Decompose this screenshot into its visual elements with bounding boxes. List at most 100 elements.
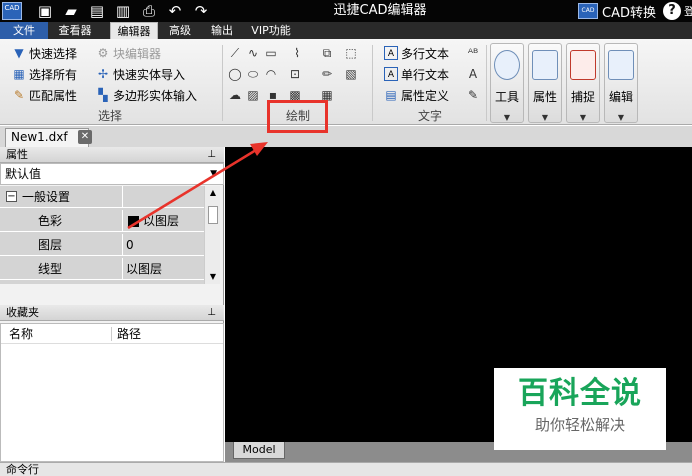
text-edit-icon[interactable]: A bbox=[466, 66, 480, 82]
scroll-up-icon[interactable]: ▲ bbox=[205, 188, 221, 197]
multiline-text-icon: A bbox=[384, 46, 398, 60]
circle-icon[interactable]: ◯ bbox=[228, 66, 242, 82]
separator bbox=[222, 45, 223, 121]
pin-icon[interactable]: ⊥ bbox=[207, 305, 216, 320]
divider bbox=[122, 234, 123, 256]
text-style-icon[interactable]: ᴬᴮ bbox=[466, 45, 480, 61]
app-logo: CAD bbox=[2, 2, 22, 20]
divider bbox=[111, 327, 112, 341]
polygon-entity-input-label: 多边形实体输入 bbox=[113, 88, 198, 103]
select-all-label: 选择所有 bbox=[29, 67, 78, 82]
document-tab-strip: New1.dxf ✕ bbox=[0, 126, 692, 147]
multiline-text-button[interactable]: A 多行文本 bbox=[384, 43, 449, 63]
pencil-icon[interactable]: ✏ bbox=[320, 66, 334, 82]
model-tab[interactable]: Model bbox=[233, 442, 285, 459]
single-line-text-icon: A bbox=[384, 67, 398, 81]
property-name: 色彩 bbox=[38, 214, 63, 228]
section-title: 一般设置 bbox=[22, 190, 71, 204]
dimension-icon[interactable]: ⧉ bbox=[320, 45, 334, 61]
spline-icon[interactable]: ∿ bbox=[246, 45, 260, 61]
tab-editor[interactable]: 编辑器 bbox=[110, 22, 158, 39]
tab-advanced[interactable]: 高级 bbox=[164, 22, 196, 39]
open-folder-icon[interactable]: ▰ bbox=[62, 2, 80, 20]
polygon-input-icon: ▚ bbox=[98, 88, 108, 102]
block-editor-icon: ⚙ bbox=[97, 46, 109, 60]
quick-entity-import-label: 快速实体导入 bbox=[113, 67, 186, 82]
tab-output[interactable]: 输出 bbox=[206, 22, 238, 39]
match-properties-button[interactable]: ✎ 匹配属性 bbox=[12, 85, 77, 105]
divider bbox=[122, 186, 123, 208]
column-header-name[interactable]: 名称 bbox=[9, 324, 33, 344]
scroll-down-icon[interactable]: ▼ bbox=[205, 272, 221, 281]
text-group-label: 文字 bbox=[417, 109, 442, 123]
property-row[interactable]: 图层 0 bbox=[0, 234, 204, 256]
rectangle-icon[interactable]: ▭ bbox=[264, 45, 278, 61]
polyline-icon[interactable]: ⌇ bbox=[290, 45, 304, 61]
redo-icon[interactable]: ↷ bbox=[192, 2, 210, 20]
print-icon[interactable]: ⎙ bbox=[140, 2, 158, 20]
save-icon[interactable]: ▤ bbox=[88, 2, 106, 20]
quick-select-button[interactable]: ▼ 快速选择 bbox=[12, 43, 77, 63]
properties-scrollbar[interactable]: ▲ ▼ bbox=[204, 186, 220, 284]
properties-selector[interactable]: 默认值 ▼ bbox=[0, 163, 224, 185]
new-icon[interactable]: ▣ bbox=[36, 2, 54, 20]
cad-convert-icon: CAD bbox=[578, 3, 598, 19]
favorites-list[interactable]: 名称 路径 bbox=[0, 323, 224, 462]
ellipse-icon[interactable]: ⬭ bbox=[246, 66, 260, 82]
single-line-text-button[interactable]: A 单行文本 bbox=[384, 64, 449, 84]
block-insert-icon[interactable]: ⊡ bbox=[288, 66, 302, 82]
select-tool-icon[interactable]: ⬚ bbox=[344, 45, 358, 61]
tools-button[interactable]: 工具 ▼ bbox=[490, 43, 524, 123]
scrollbar-thumb[interactable] bbox=[208, 206, 218, 224]
select-all-button[interactable]: ▦ 选择所有 bbox=[12, 64, 77, 84]
brush-icon: ✎ bbox=[13, 88, 25, 102]
cad-convert-button[interactable]: CAD CAD转换 bbox=[578, 1, 656, 21]
collapse-icon[interactable]: − bbox=[6, 191, 17, 202]
edit-label: 编辑 bbox=[608, 90, 633, 104]
image-icon[interactable]: ▧ bbox=[344, 66, 358, 82]
divider bbox=[122, 258, 123, 280]
document-tab[interactable]: New1.dxf ✕ bbox=[5, 128, 92, 147]
tab-file[interactable]: 文件 bbox=[0, 22, 48, 39]
text-note-icon[interactable]: ✎ bbox=[466, 87, 480, 103]
revision-cloud-icon[interactable]: ☁ bbox=[228, 87, 242, 103]
select-all-icon: ▦ bbox=[13, 67, 25, 81]
property-row[interactable]: 色彩 以图层 bbox=[0, 210, 204, 232]
document-tab-label: New1.dxf bbox=[11, 130, 68, 144]
polygon-entity-input-button[interactable]: ▚ 多边形实体输入 bbox=[96, 85, 197, 105]
gears-icon bbox=[494, 50, 520, 80]
properties-panel-header: 属性 ⊥ bbox=[0, 147, 224, 163]
property-row[interactable]: 线型 以图层 bbox=[0, 258, 204, 280]
favorites-panel-header: 收藏夹 ⊥ bbox=[0, 305, 224, 321]
tab-viewer[interactable]: 查看器 bbox=[52, 22, 98, 39]
properties-button[interactable]: 属性 ▼ bbox=[528, 43, 562, 123]
favorites-panel-title: 收藏夹 bbox=[6, 306, 39, 319]
properties-grid: − 一般设置 色彩 以图层 图层 0 线型 以图层 bbox=[0, 186, 204, 284]
snap-button[interactable]: 捕捉 ▼ bbox=[566, 43, 600, 123]
line-icon[interactable]: ⟋ bbox=[228, 45, 242, 61]
login-label[interactable]: 登 bbox=[684, 3, 692, 19]
column-header-path[interactable]: 路径 bbox=[117, 324, 141, 344]
quick-entity-import-button[interactable]: ✢ 快速实体导入 bbox=[96, 64, 185, 84]
save-as-icon[interactable]: ▥ bbox=[114, 2, 132, 20]
edit-button[interactable]: 编辑 ▼ bbox=[604, 43, 638, 123]
pin-icon[interactable]: ⊥ bbox=[207, 147, 216, 162]
arc-icon[interactable]: ◠ bbox=[264, 66, 278, 82]
divider bbox=[122, 210, 123, 232]
watermark-subtitle: 助你轻松解决 bbox=[534, 416, 625, 434]
favorites-columns: 名称 路径 bbox=[1, 324, 223, 344]
attribute-definition-button[interactable]: ▤ 属性定义 bbox=[384, 85, 449, 105]
property-name: 图层 bbox=[38, 238, 63, 252]
hatch-icon[interactable]: ▨ bbox=[246, 87, 260, 103]
close-icon[interactable]: ✕ bbox=[78, 130, 92, 144]
undo-icon[interactable]: ↶ bbox=[166, 2, 184, 20]
chevron-down-icon: ▼ bbox=[617, 113, 625, 122]
block-editor-button[interactable]: ⚙ 块编辑器 bbox=[96, 43, 161, 63]
help-icon[interactable]: ? bbox=[663, 2, 681, 20]
command-bar-label: 命令行 bbox=[6, 463, 39, 476]
chevron-down-icon: ▼ bbox=[503, 113, 511, 122]
watermark-title: 百科全说 bbox=[518, 376, 642, 411]
section-row[interactable]: − 一般设置 bbox=[0, 186, 204, 208]
tab-vip[interactable]: VIP功能 bbox=[248, 22, 294, 39]
command-bar[interactable]: 命令行 bbox=[0, 462, 692, 476]
